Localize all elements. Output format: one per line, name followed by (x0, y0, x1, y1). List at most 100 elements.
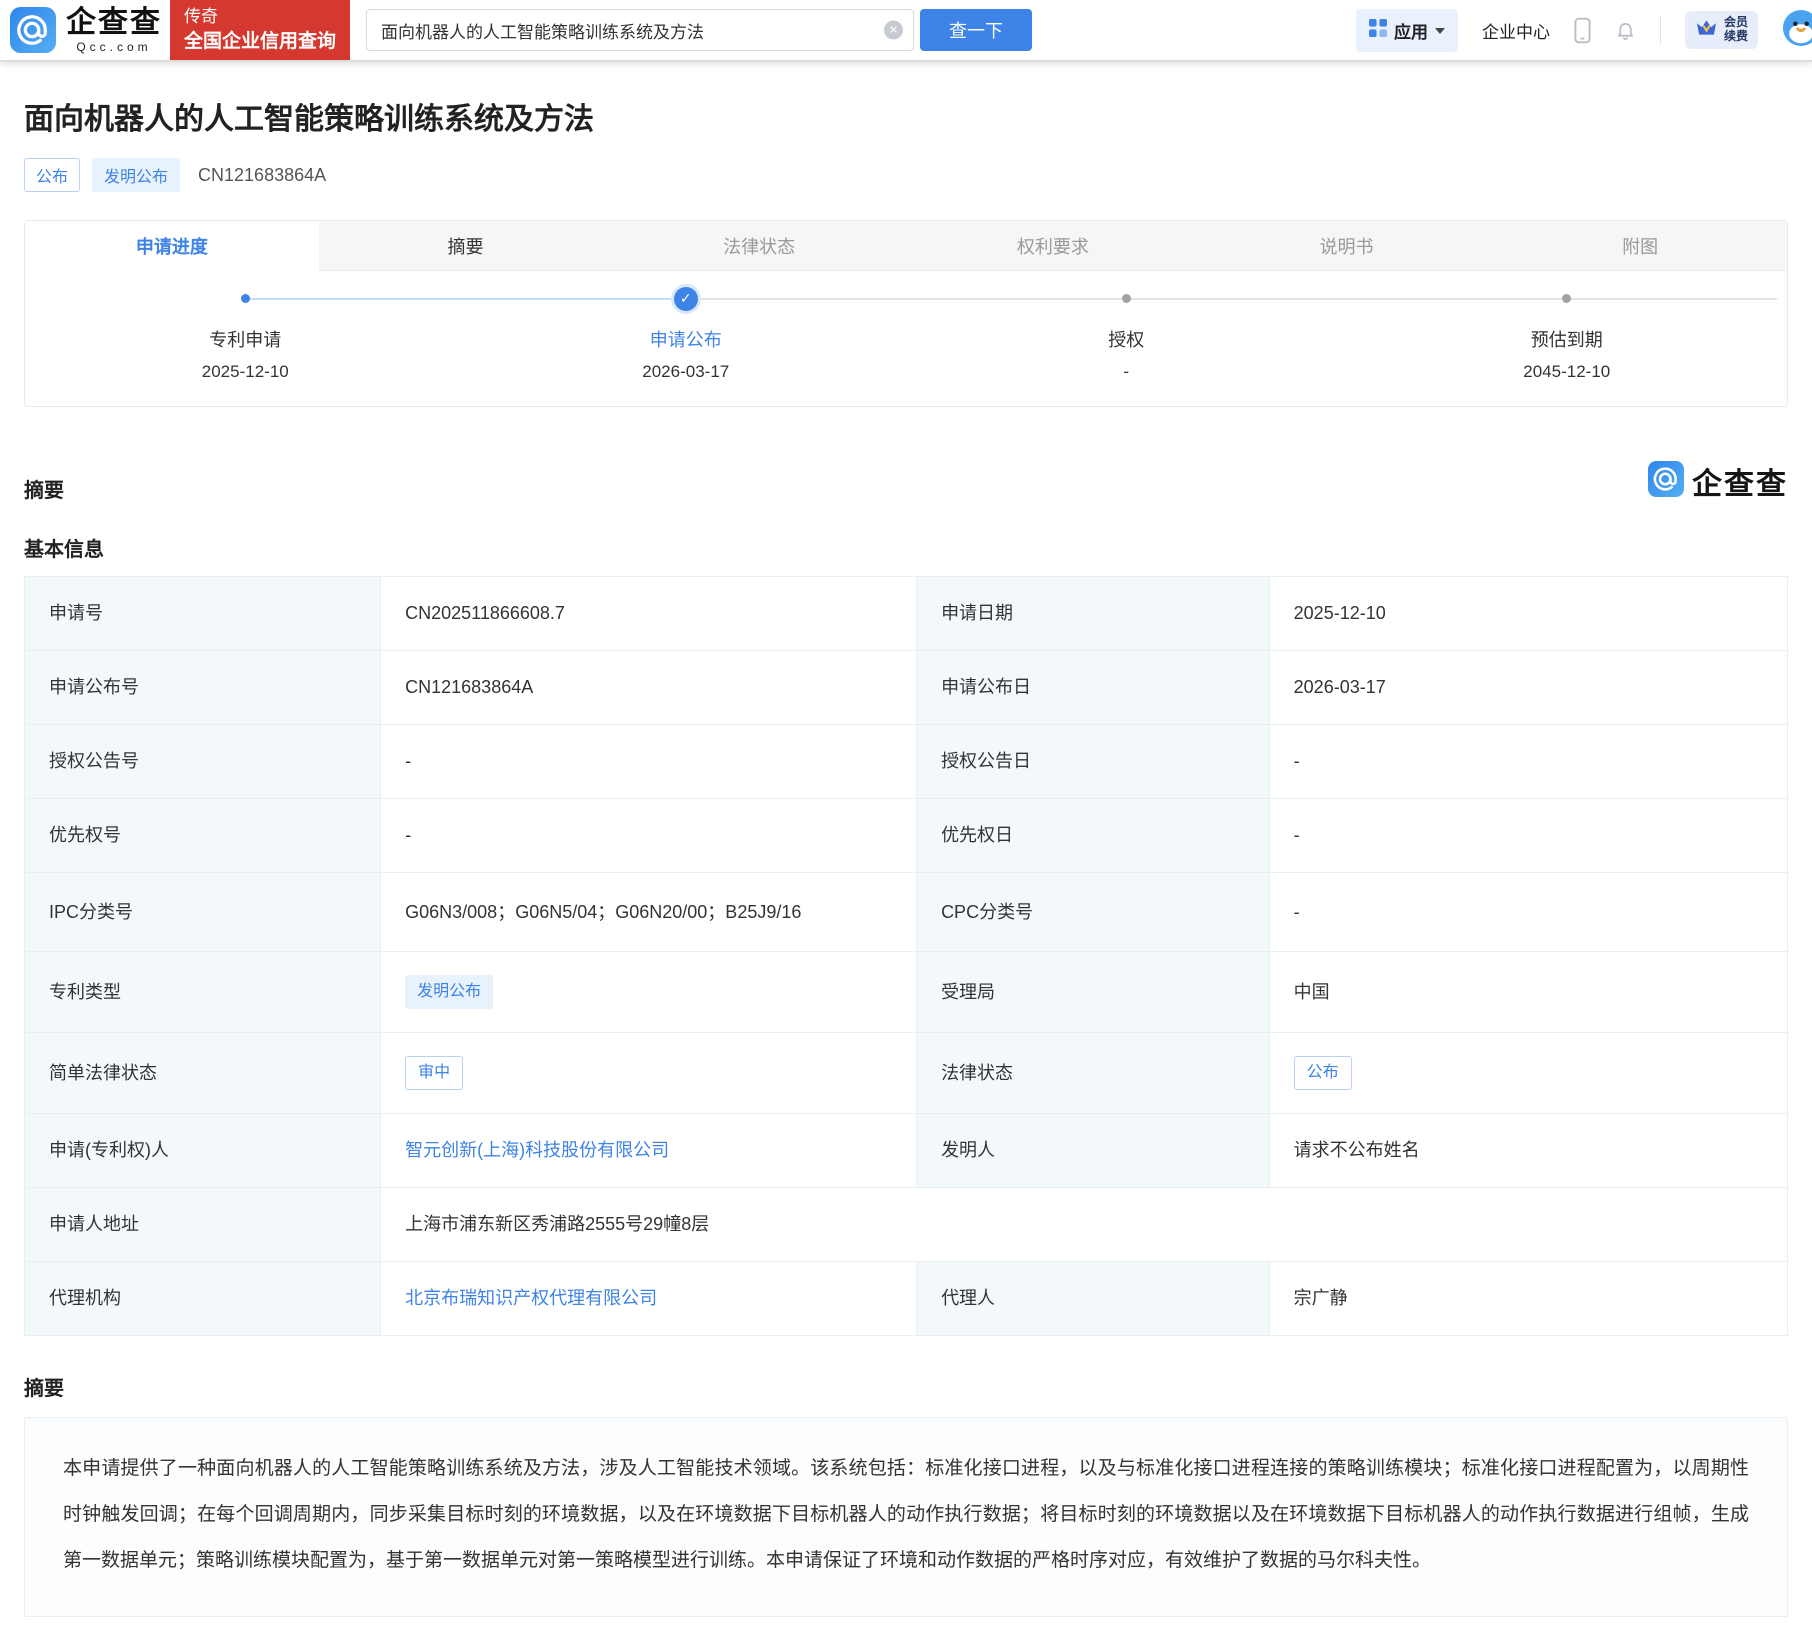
enterprise-center-link[interactable]: 企业中心 (1482, 18, 1550, 43)
table-row: IPC分类号 G06N3/008；G06N5/04；G06N20/00；B25J9… (23, 871, 1789, 953)
clear-search-icon[interactable]: ✕ (884, 20, 904, 40)
cell-label-agent: 代理人 (916, 1261, 1270, 1337)
tab-description[interactable]: 说明书 (1199, 221, 1494, 271)
cell-value-agent: 宗广静 (1268, 1261, 1789, 1337)
cell-label-priority-date: 优先权日 (916, 798, 1270, 873)
cell-label-applicant-address: 申请人地址 (23, 1187, 382, 1263)
qcc-brand-mark: 企查查 (1648, 459, 1788, 503)
cell-value-office: 中国 (1268, 951, 1789, 1034)
cell-value-grant-date: - (1268, 724, 1789, 799)
search-input[interactable] (366, 9, 915, 51)
vip-label-2: 续费 (1723, 29, 1748, 43)
notification-bell-icon[interactable] (1615, 19, 1636, 41)
cell-label-office: 受理局 (916, 951, 1270, 1034)
applicant-link: 智元创新(上海)科技股份有限公司 (405, 1140, 670, 1161)
table-row: 专利类型 发明公布 受理局 中国 (23, 951, 1789, 1034)
table-row: 申请号 CN202511866608.7 申请日期 2025-12-10 (23, 576, 1789, 651)
divider (1659, 16, 1661, 44)
abstract-title: 摘要 (24, 1378, 64, 1401)
cell-label-inventor: 发明人 (916, 1113, 1270, 1189)
timeline-step-estimated-expiry: 预估到期 2045-12-10 (1347, 285, 1788, 382)
assistant-mascot-icon[interactable] (1782, 9, 1812, 52)
abstract-text: 本申请提供了一种面向机器人的人工智能策略训练系统及方法，涉及人工智能技术领域。该… (24, 1417, 1788, 1618)
cell-value-applicant[interactable]: 智元创新(上海)科技股份有限公司 (380, 1113, 918, 1189)
mobile-app-icon[interactable] (1574, 17, 1591, 44)
search-button[interactable]: 查一下 (920, 9, 1033, 51)
cell-label-legal-status: 法律状态 (916, 1032, 1270, 1115)
dot-icon (240, 294, 250, 303)
check-icon: ✓ (673, 286, 698, 311)
table-row: 申请人地址 上海市浦东新区秀浦路2555号29幢8层 (23, 1187, 1788, 1263)
table-row: 申请公布号 CN121683864A 申请公布日 2026-03-17 (23, 650, 1789, 725)
timeline-label: 预估到期 (1530, 330, 1603, 350)
cell-label-application-no: 申请号 (23, 576, 382, 651)
cell-value-publication-date: 2026-03-17 (1268, 650, 1789, 725)
application-timeline: 专利申请 2025-12-10 ✓ 申请公布 2026-03-17 授权 - 预估到期 2045… (25, 271, 1787, 406)
cell-value-application-date: 2025-12-10 (1268, 576, 1789, 651)
timeline-label: 授权 (1108, 330, 1145, 350)
cell-label-applicant: 申请(专利权)人 (23, 1113, 382, 1189)
tab-bar: 申请进度 摘要 法律状态 权利要求 说明书 附图 (25, 221, 1788, 271)
table-row: 申请(专利权)人 智元创新(上海)科技股份有限公司 发明人 请求不公布姓名 (23, 1113, 1789, 1189)
timeline-steps: 专利申请 2025-12-10 ✓ 申请公布 2026-03-17 授权 - 预估到期 2045… (25, 285, 1787, 382)
patent-type-badge: 发明公布 (405, 975, 494, 1010)
apps-dropdown[interactable]: 应用 (1355, 8, 1458, 52)
cell-value-grant-no: - (380, 724, 918, 799)
table-row: 优先权号 - 优先权日 - (23, 798, 1789, 873)
publication-number: CN121683864A (198, 164, 327, 185)
timeline-date: - (1123, 362, 1130, 381)
qcc-brand-icon (1648, 460, 1684, 502)
cell-label-patent-type: 专利类型 (23, 951, 382, 1034)
tab-progress[interactable]: 申请进度 (25, 221, 319, 271)
agency-link: 北京布瑞知识产权代理有限公司 (405, 1288, 658, 1309)
qcc-brand-text: 企查查 (1692, 468, 1788, 501)
cell-label-publication-date: 申请公布日 (916, 650, 1270, 725)
tab-legal-status[interactable]: 法律状态 (612, 221, 907, 271)
cell-label-ipc: IPC分类号 (23, 871, 382, 953)
chevron-down-icon (1434, 28, 1445, 34)
cell-value-legal-status: 公布 (1268, 1032, 1789, 1115)
cell-value-application-no: CN202511866608.7 (380, 576, 918, 651)
timeline-step-publication: ✓ 申请公布 2026-03-17 (466, 285, 907, 382)
timeline-step-grant: 授权 - (906, 285, 1347, 382)
cell-value-priority-no: - (380, 798, 918, 873)
cell-value-priority-date: - (1268, 798, 1789, 873)
promo-badge: 传奇 全国企业信用查询 (170, 0, 351, 60)
cell-value-publication-no: CN121683864A (380, 650, 918, 725)
dot-icon (1121, 294, 1131, 303)
basic-info-rows: 申请号 CN202511866608.7 申请日期 2025-12-10 申请公布号 CN… (23, 576, 1789, 1337)
basic-info-title: 基本信息 (24, 539, 104, 561)
cell-value-inventor: 请求不公布姓名 (1268, 1113, 1789, 1189)
tab-claims[interactable]: 权利要求 (906, 221, 1200, 271)
cell-value-agency[interactable]: 北京布瑞知识产权代理有限公司 (380, 1261, 918, 1337)
vip-renew-button[interactable]: 会员 续费 (1684, 11, 1758, 49)
timeline-date: 2045-12-10 (1523, 362, 1611, 381)
progress-panel: 申请进度 摘要 法律状态 权利要求 说明书 附图 专利申请 2025-12-10 ✓ 申请公布 2… (24, 220, 1788, 407)
cell-label-publication-no: 申请公布号 (23, 650, 382, 725)
cell-label-priority-no: 优先权号 (23, 798, 382, 873)
top-bar: 企查查 Qcc.com 传奇 全国企业信用查询 ✕ 查一下 应用 (0, 0, 1812, 62)
cell-value-simple-legal-status: 审中 (380, 1032, 918, 1115)
patent-type-badge: 发明公布 (92, 158, 181, 192)
basic-info-table: 申请号 CN202511866608.7 申请日期 2025-12-10 申请公布号 CN… (23, 576, 1789, 1337)
crown-icon (1695, 18, 1718, 42)
qcc-logo-icon (10, 7, 56, 53)
qcc-logo-text: 企查查 Qcc.com (66, 5, 162, 54)
legal-status-badge: 公布 (1293, 1056, 1352, 1091)
cell-label-grant-date: 授权公告日 (916, 724, 1270, 799)
cell-label-cpc: CPC分类号 (916, 871, 1270, 953)
tab-abstract[interactable]: 摘要 (318, 221, 613, 271)
apps-label: 应用 (1393, 22, 1428, 42)
cell-label-application-date: 申请日期 (916, 576, 1270, 651)
simple-legal-status-badge: 审中 (405, 1056, 464, 1091)
dot-icon (1562, 294, 1572, 303)
timeline-date: 2025-12-10 (201, 362, 289, 381)
qcc-logo[interactable]: 企查查 Qcc.com (10, 7, 162, 53)
table-row: 代理机构 北京布瑞知识产权代理有限公司 代理人 宗广静 (23, 1261, 1789, 1337)
tab-drawings[interactable]: 附图 (1493, 221, 1788, 271)
cell-value-applicant-address: 上海市浦东新区秀浦路2555号29幢8层 (380, 1187, 1788, 1263)
timeline-step-application: 专利申请 2025-12-10 (25, 285, 466, 382)
timeline-label: 专利申请 (209, 330, 282, 350)
timeline-date: 2026-03-17 (642, 362, 730, 381)
table-row: 简单法律状态 审中 法律状态 公布 (23, 1032, 1789, 1115)
